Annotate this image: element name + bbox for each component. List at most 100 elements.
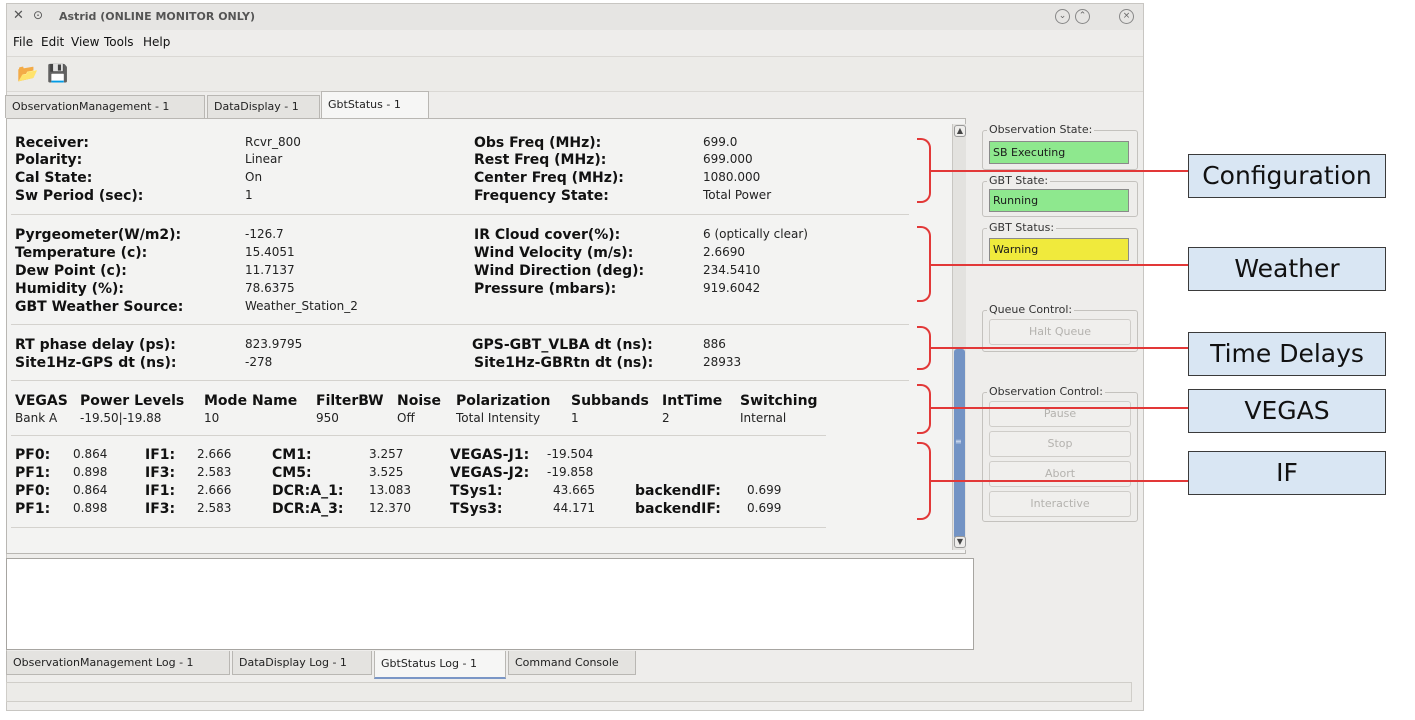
menu-view[interactable]: View (71, 35, 99, 49)
weather-bracket (917, 226, 931, 302)
tab-data-display-log[interactable]: DataDisplay Log - 1 (232, 651, 372, 675)
receiver-value: Rcvr_800 (245, 135, 301, 149)
menu-file[interactable]: File (13, 35, 33, 49)
if-value: 3.525 (369, 465, 404, 479)
rest-freq-value: 699.000 (703, 152, 753, 166)
observation-control-group: Observation Control: Pause Stop Abort In… (982, 385, 1138, 522)
queue-control-title: Queue Control: (987, 303, 1075, 316)
site1hz-gps-label: Site1Hz-GPS dt (ns): (15, 355, 177, 371)
observation-state-value: SB Executing (989, 141, 1129, 164)
if-label: PF0: (15, 483, 51, 499)
center-freq-value: 1080.000 (703, 170, 761, 184)
observation-state-group: Observation State: SB Executing (982, 123, 1138, 170)
halt-queue-button[interactable]: Halt Queue (989, 319, 1131, 345)
humidity-label: Humidity (%): (15, 281, 125, 297)
abort-button[interactable]: Abort (989, 461, 1131, 487)
if-value: 13.083 (369, 483, 411, 497)
tab-observation-management-log[interactable]: ObservationManagement Log - 1 (6, 651, 230, 675)
if-value: 2.666 (197, 483, 232, 497)
site1hz-gps-value: -278 (245, 355, 273, 369)
frequency-state-label: Frequency State: (474, 188, 609, 204)
obs-freq-label: Obs Freq (MHz): (474, 135, 602, 151)
vegas-header-mode-name: Mode Name (204, 393, 298, 409)
if-label: VEGAS-J2: (450, 465, 530, 481)
scroll-up-icon[interactable]: ▲ (954, 125, 966, 137)
if-value: 2.666 (197, 447, 232, 461)
time-delays-bracket (917, 326, 931, 370)
minimize-icon[interactable]: ⌄ (1055, 9, 1070, 24)
if-label: CM1: (272, 447, 312, 463)
title-bar: ✕ ⊙ Astrid (ONLINE MONITOR ONLY) ⌄ ⌃ × (7, 4, 1143, 30)
tab-gbt-status[interactable]: GbtStatus - 1 (321, 91, 429, 119)
if-label: VEGAS-J1: (450, 447, 530, 463)
if-label: PF0: (15, 447, 51, 463)
scroll-down-icon[interactable]: ▼ (954, 536, 966, 548)
pause-button[interactable]: Pause (989, 401, 1131, 427)
if-label: IF3: (145, 501, 176, 517)
dew-point-value: 11.7137 (245, 263, 295, 277)
window-menu-icon[interactable]: ⊙ (33, 8, 43, 22)
vegas-power-levels: -19.50|-19.88 (80, 411, 162, 425)
observation-control-title: Observation Control: (987, 385, 1105, 398)
menu-edit[interactable]: Edit (41, 35, 64, 49)
vegas-inttime: 2 (662, 411, 670, 425)
status-bar (6, 682, 1132, 702)
tools-icon[interactable]: ✕ (13, 8, 24, 23)
if-value: 12.370 (369, 501, 411, 515)
rest-freq-label: Rest Freq (MHz): (474, 152, 607, 168)
tab-observation-management[interactable]: ObservationManagement - 1 (5, 95, 205, 118)
gbt-status-group: GBT Status: Warning (982, 221, 1138, 266)
if-label: IF1: (145, 483, 176, 499)
cal-state-value: On (245, 170, 263, 184)
wind-velocity-value: 2.6690 (703, 245, 745, 259)
vegas-header-power-levels: Power Levels (80, 393, 185, 409)
tab-data-display[interactable]: DataDisplay - 1 (207, 95, 320, 118)
rt-phase-delay-label: RT phase delay (ps): (15, 337, 176, 353)
vegas-noise: Off (397, 411, 415, 425)
site1hz-gbrtn-label: Site1Hz-GBRtn dt (ns): (474, 355, 654, 371)
site1hz-gbrtn-value: 28933 (703, 355, 742, 369)
separator (11, 527, 826, 528)
vegas-switching: Internal (740, 411, 787, 425)
if-value: 44.171 (553, 501, 595, 515)
menu-help[interactable]: Help (143, 35, 170, 49)
grip-icon: ≡ (955, 437, 962, 446)
vegas-header-subbands: Subbands (571, 393, 649, 409)
if-value: 0.864 (73, 483, 108, 497)
interactive-button[interactable]: Interactive (989, 491, 1131, 517)
panel-scrollbar[interactable]: ▲ ≡ ▼ (952, 124, 966, 550)
maximize-icon[interactable]: ⌃ (1075, 9, 1090, 24)
stop-button[interactable]: Stop (989, 431, 1131, 457)
if-label: TSys3: (450, 501, 503, 517)
tab-command-console[interactable]: Command Console (508, 651, 636, 675)
if-value: -19.858 (547, 465, 594, 479)
log-text-area[interactable] (6, 558, 974, 650)
gbt-state-title: GBT State: (987, 174, 1051, 187)
queue-control-group: Queue Control: Halt Queue (982, 303, 1138, 352)
vegas-header-polarization: Polarization (456, 393, 551, 409)
vegas-header-switching: Switching (740, 393, 818, 409)
vegas-callout: VEGAS (1188, 389, 1386, 433)
vegas-header-filterbw: FilterBW (316, 393, 384, 409)
open-folder-icon[interactable]: 📂 (17, 63, 39, 85)
if-value: 0.898 (73, 501, 108, 515)
tab-gbt-status-log[interactable]: GbtStatus Log - 1 (374, 651, 506, 679)
vegas-mode-name: 10 (204, 411, 220, 425)
if-label: PF1: (15, 501, 51, 517)
gps-gbt-vlba-value: 886 (703, 337, 726, 351)
if-label: backendIF: (635, 501, 721, 517)
separator (11, 324, 909, 325)
vegas-bracket (917, 384, 931, 434)
if-value: 0.699 (747, 483, 782, 497)
menu-tools[interactable]: Tools (104, 35, 134, 49)
if-value: 2.583 (197, 501, 232, 515)
gbt-state-group: GBT State: Running (982, 174, 1138, 217)
separator (11, 435, 826, 436)
temperature-value: 15.4051 (245, 245, 295, 259)
vegas-subbands: 1 (571, 411, 579, 425)
weather-line (931, 264, 1188, 266)
save-icon[interactable]: 💾 (47, 63, 69, 85)
gbt-state-value: Running (989, 189, 1129, 212)
close-icon[interactable]: × (1119, 9, 1134, 24)
configuration-callout: Configuration (1188, 154, 1386, 198)
